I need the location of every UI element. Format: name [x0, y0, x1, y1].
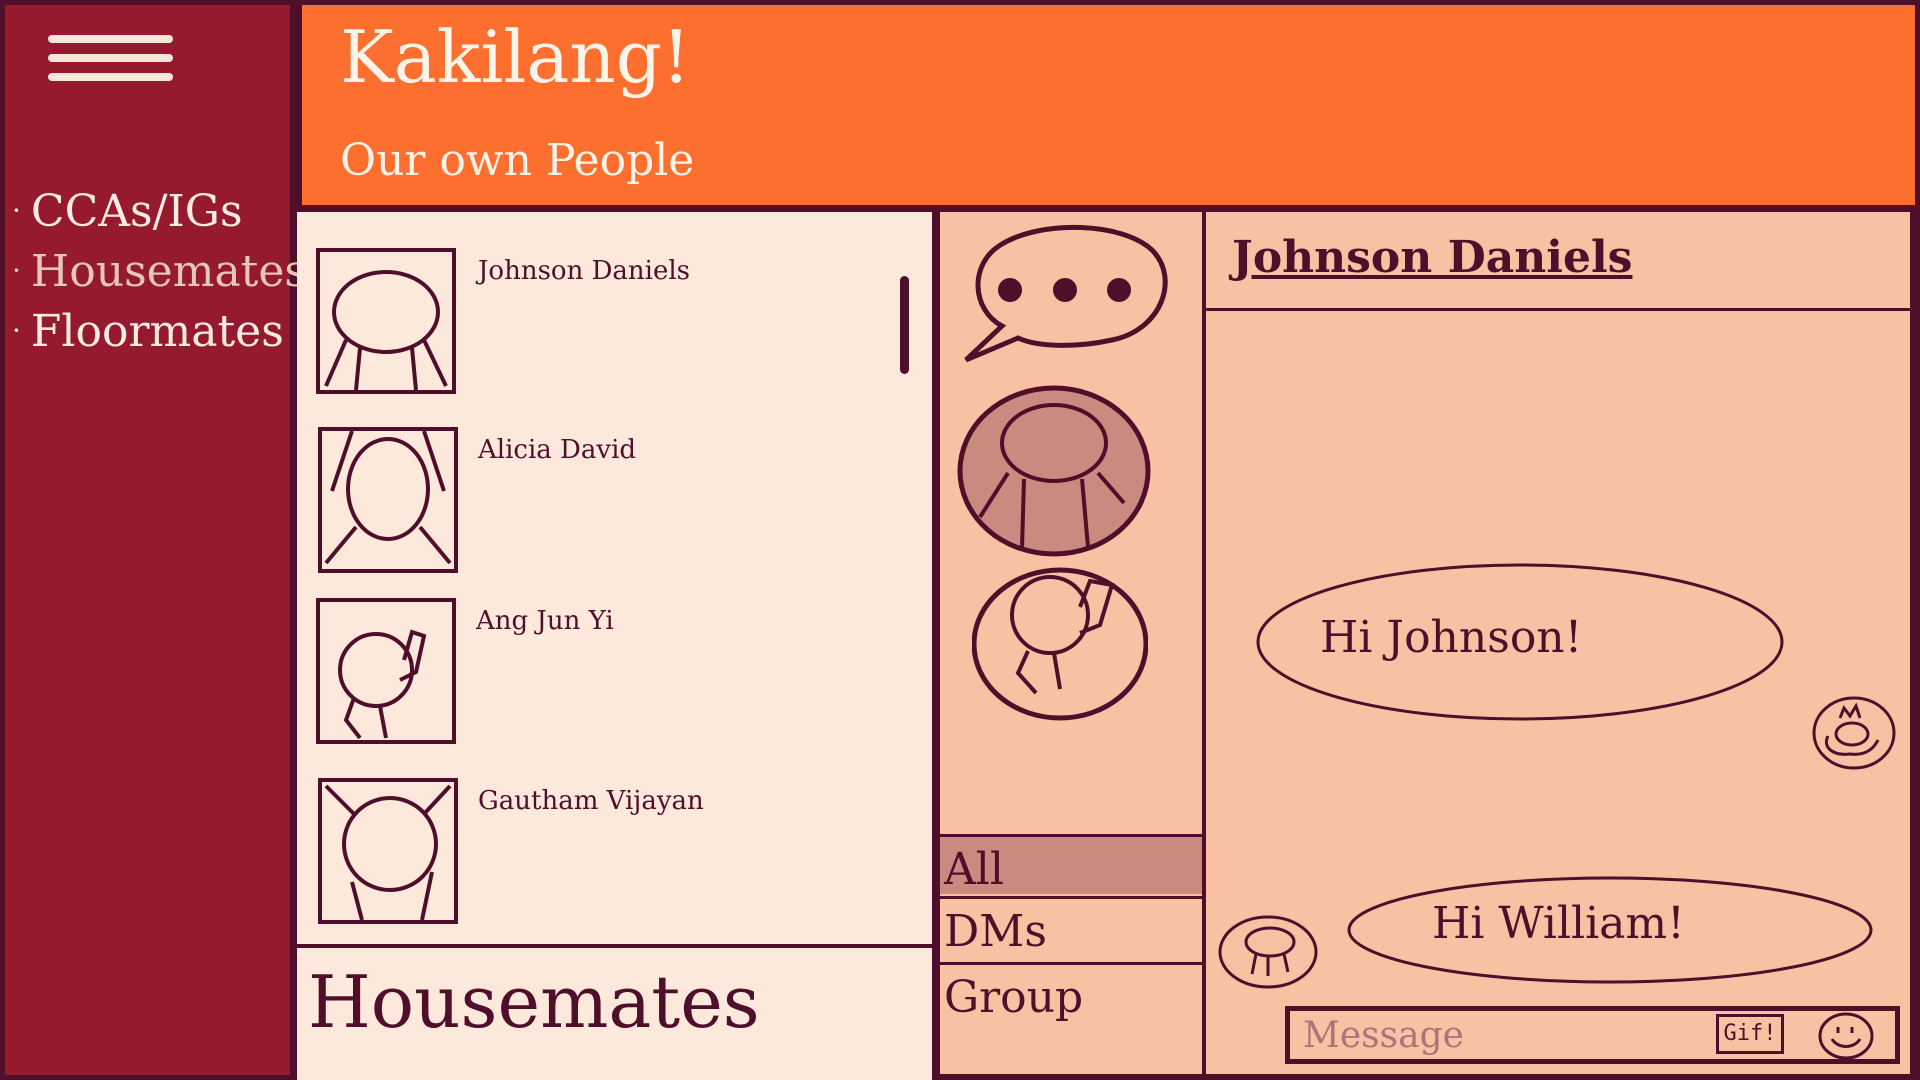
contact-name[interactable]: Alicia David — [478, 435, 636, 465]
contact-name[interactable]: Johnson Daniels — [478, 256, 690, 286]
emoji-icon[interactable] — [1818, 1011, 1874, 1061]
sidebar-item-label: Housemates — [30, 246, 307, 297]
sidebar-item-label: Floormates — [30, 306, 284, 357]
sidebar-item-housemates[interactable]: · Housemates — [12, 246, 307, 297]
message-text: Hi William! — [1432, 898, 1685, 949]
sidebar — [5, 5, 290, 1075]
filter-all[interactable]: All — [940, 834, 1202, 895]
scrollbar[interactable] — [900, 276, 909, 374]
person-icon — [338, 629, 427, 740]
divider — [297, 944, 932, 948]
person-icon — [324, 270, 448, 391]
avatar-johnson-daniels[interactable] — [316, 248, 456, 394]
message-input[interactable] — [1295, 1011, 1715, 1059]
app-subtitle: Our own People — [340, 135, 695, 186]
filter-group[interactable]: Group — [940, 962, 1202, 1023]
avatar-alicia-david[interactable] — [318, 427, 458, 573]
gif-button[interactable]: Gif! — [1716, 1014, 1784, 1054]
contact-avatar-icon[interactable] — [1218, 914, 1318, 990]
avatar-ang-jun-yi[interactable] — [971, 567, 1149, 721]
menu-icon[interactable] — [48, 30, 173, 90]
person-icon — [324, 784, 452, 921]
avatar-ang-jun-yi[interactable] — [316, 598, 456, 744]
chat-contact-name[interactable]: Johnson Daniels — [1232, 232, 1632, 283]
message-text: Hi Johnson! — [1320, 612, 1583, 663]
avatar-gautham-vijayan[interactable] — [318, 778, 458, 924]
sidebar-item-floormates[interactable]: · Floormates — [12, 306, 284, 357]
sidebar-item-ccas-igs[interactable]: · CCAs/IGs — [12, 186, 243, 237]
person-icon — [971, 567, 1149, 721]
avatar-johnson-daniels[interactable] — [956, 385, 1152, 557]
bullet-icon: · — [12, 254, 21, 287]
person-icon — [957, 385, 1151, 557]
app-title: Kakilang! — [340, 15, 691, 99]
sidebar-item-label: CCAs/IGs — [30, 186, 243, 237]
bullet-icon: · — [12, 194, 21, 227]
filter-dms[interactable]: DMs — [940, 896, 1202, 957]
contact-name[interactable]: Gautham Vijayan — [478, 786, 704, 816]
contact-name[interactable]: Ang Jun Yi — [476, 606, 614, 636]
divider — [1206, 308, 1910, 311]
person-icon — [324, 430, 452, 565]
section-title: Housemates — [308, 960, 760, 1044]
self-avatar-icon[interactable] — [1812, 696, 1896, 770]
chat-bubble-icon[interactable] — [962, 220, 1174, 365]
bullet-icon: · — [12, 314, 21, 347]
